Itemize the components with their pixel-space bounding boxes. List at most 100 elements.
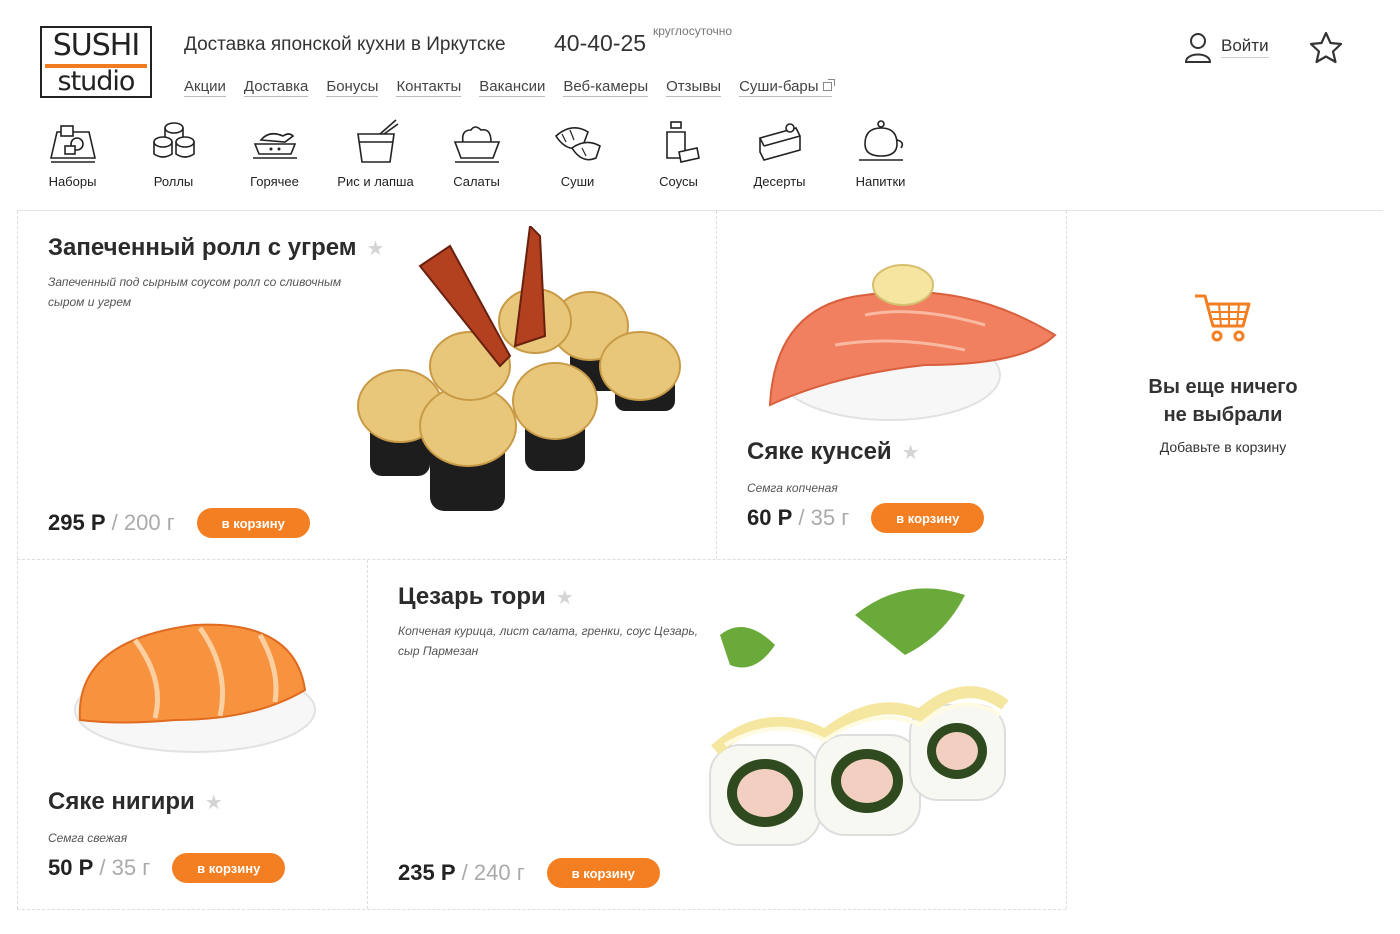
- weight-value: 240 г: [473, 860, 525, 885]
- dessert-icon: [758, 123, 801, 161]
- category-sauces[interactable]: Соусы: [628, 118, 729, 189]
- product-title[interactable]: Сяке кунсей ★: [747, 438, 920, 466]
- product-price: 295 Р / 200 г: [48, 510, 175, 535]
- product-card-caesar-roll: Цезарь тори ★ Копченая курица, лист сала…: [398, 583, 718, 661]
- nav-bonuses[interactable]: Бонусы: [326, 78, 379, 97]
- product-description: Запеченный под сырным соусом ролл со сли…: [48, 275, 342, 309]
- login-button[interactable]: Войти: [1183, 30, 1269, 64]
- nav-label: Веб-камеры: [563, 78, 649, 95]
- sets-icon: [49, 125, 96, 163]
- category-label: Десерты: [753, 174, 806, 189]
- product-image-smoked-salmon: [768, 264, 1057, 421]
- cart-panel: Вы еще ничего не выбрали Добавьте в корз…: [1068, 290, 1378, 455]
- hot-dish-icon: [252, 132, 297, 159]
- product-title[interactable]: Цезарь тори ★: [398, 583, 718, 611]
- cart-empty-subtitle: Добавьте в корзину: [1159, 439, 1287, 455]
- category-label: Горячее: [250, 174, 299, 189]
- cart-empty-title: Вы еще ничего не выбрали: [1068, 373, 1378, 429]
- category-salads[interactable]: Салаты: [426, 118, 527, 189]
- product-image-caesar-roll: [709, 588, 1009, 846]
- product-title-text: Сяке кунсей: [747, 438, 892, 465]
- product-description: Семга свежая: [48, 831, 128, 845]
- product-price-row: 60 Р / 35 г в корзину: [747, 503, 985, 533]
- login-label: Войти: [1221, 36, 1269, 58]
- logo[interactable]: SUSHI studio: [40, 26, 152, 98]
- sushi-icon: [554, 127, 601, 161]
- add-to-cart-button[interactable]: в корзину: [546, 858, 660, 888]
- favorites-button[interactable]: [1308, 30, 1344, 71]
- grid-divider: [367, 560, 368, 909]
- product-image-baked-eel-roll: [357, 226, 681, 511]
- nav-label: Доставка: [243, 78, 309, 95]
- grid-divider: [17, 211, 18, 909]
- category-label: Суши: [560, 174, 595, 189]
- header-divider: [17, 210, 1383, 211]
- category-sets[interactable]: Наборы: [22, 118, 123, 189]
- external-link-icon: [822, 79, 835, 91]
- nav-sushi-bars[interactable]: Суши-бары: [739, 78, 835, 97]
- nav-label: Бонусы: [326, 78, 379, 95]
- add-to-cart-button[interactable]: в корзину: [172, 853, 286, 883]
- nav-delivery[interactable]: Доставка: [243, 78, 309, 97]
- category-label: Наборы: [48, 174, 97, 189]
- nav-contacts[interactable]: Контакты: [396, 78, 462, 97]
- favorite-star-icon[interactable]: ★: [205, 790, 223, 815]
- product-title[interactable]: Сяке нигири ★: [48, 788, 223, 816]
- product-title-text: Сяке нигири: [48, 788, 195, 815]
- category-drinks[interactable]: Напитки: [830, 118, 931, 189]
- sauce-icon: [665, 121, 700, 163]
- user-icon: [1184, 33, 1212, 63]
- category-sushi[interactable]: Суши: [527, 118, 628, 189]
- nav-promotions[interactable]: Акции: [184, 78, 226, 97]
- cart-title-line: Вы еще ничего: [1148, 376, 1298, 398]
- product-price: 235 Р / 240 г: [398, 860, 525, 885]
- category-desserts[interactable]: Десерты: [729, 118, 830, 189]
- category-label: Салаты: [453, 174, 500, 189]
- add-to-cart-button[interactable]: в корзину: [196, 508, 310, 538]
- product-title-text: Цезарь тори: [398, 583, 546, 610]
- salad-icon: [453, 126, 500, 163]
- weight-value: 35 г: [111, 855, 151, 880]
- nav-vacancies[interactable]: Вакансии: [479, 78, 546, 97]
- favorite-star-icon[interactable]: ★: [367, 236, 385, 261]
- nav-label: Суши-бары: [739, 78, 819, 95]
- favorite-star-icon[interactable]: ★: [556, 585, 574, 610]
- phone-note: круглосуточно: [653, 24, 733, 38]
- product-image-fresh-salmon: [74, 623, 316, 753]
- teapot-icon: [858, 120, 903, 161]
- category-label: Рис и лапша: [337, 174, 414, 189]
- product-title[interactable]: Запеченный ролл с угрем ★: [48, 234, 388, 262]
- product-price-row: 295 Р / 200 г в корзину: [48, 508, 310, 538]
- phone-number[interactable]: 40-40-25: [554, 30, 646, 57]
- logo-text-top: SUSHI: [52, 28, 140, 63]
- nav-label: Отзывы: [666, 78, 722, 95]
- nav-label: Контакты: [396, 78, 462, 95]
- favorite-star-icon[interactable]: ★: [902, 440, 920, 465]
- price-value: 235 Р: [398, 860, 456, 885]
- category-hot[interactable]: Горячее: [224, 118, 325, 189]
- product-price: 50 Р / 35 г: [48, 855, 151, 880]
- nav-reviews[interactable]: Отзывы: [666, 78, 722, 97]
- product-title-text: Запеченный ролл с угрем: [48, 234, 357, 261]
- grid-divider: [716, 211, 717, 559]
- category-rolls[interactable]: Роллы: [123, 118, 224, 189]
- add-to-cart-button[interactable]: в корзину: [871, 503, 985, 533]
- weight-value: 35 г: [810, 505, 850, 530]
- nav-label: Вакансии: [479, 78, 546, 95]
- grid-divider: [1066, 211, 1067, 909]
- category-label: Соусы: [659, 174, 698, 189]
- product-price-row: 50 Р / 35 г в корзину: [48, 853, 286, 883]
- category-rice-noodles[interactable]: Рис и лапша: [325, 118, 426, 189]
- cart-title-line: не выбрали: [1163, 404, 1283, 426]
- price-value: 295 Р: [48, 510, 106, 535]
- tagline: Доставка японской кухни в Иркутске: [184, 34, 506, 55]
- logo-text-bottom: studio: [57, 66, 136, 97]
- category-label: Напитки: [855, 174, 906, 189]
- shopping-cart-icon: [1195, 294, 1251, 342]
- nav-label: Акции: [184, 78, 226, 95]
- nav-webcams[interactable]: Веб-камеры: [563, 78, 649, 97]
- rolls-icon: [152, 122, 195, 158]
- product-description: Копченая курица, лист салата, гренки, со…: [398, 624, 699, 658]
- product-card-fresh-salmon: Сяке нигири ★ Семга свежая: [48, 788, 223, 848]
- price-value: 50 Р: [48, 855, 94, 880]
